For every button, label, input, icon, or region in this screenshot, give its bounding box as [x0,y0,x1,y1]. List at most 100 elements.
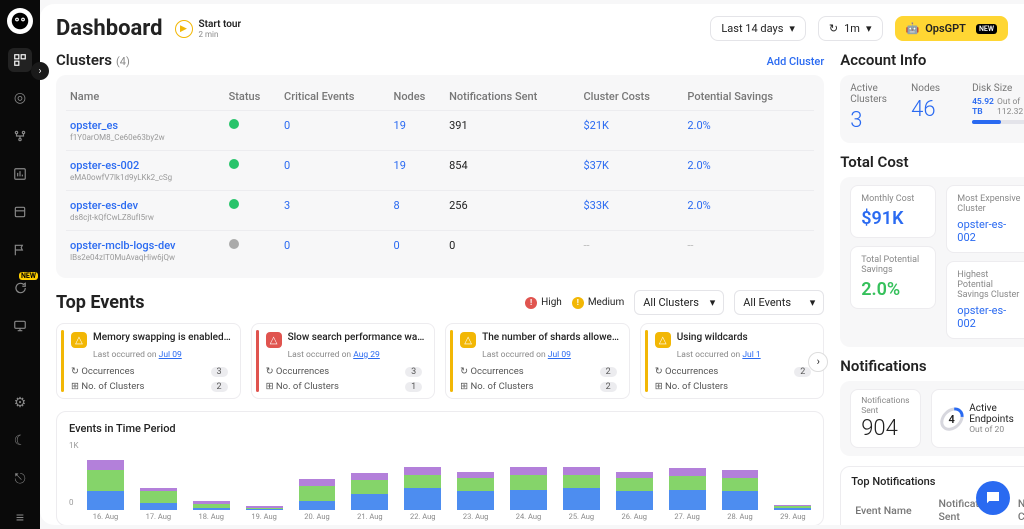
x-tick: 26. Aug [621,512,646,521]
cluster-link[interactable]: opster-es-dev [70,199,221,212]
interval-select[interactable]: ↻1m▾ [818,16,883,41]
nodes-label: Nodes [911,83,962,94]
x-tick: 25. Aug [569,512,594,521]
cost-heading: Total Cost [840,153,1024,171]
nav-branch-icon[interactable] [8,124,32,148]
cluster-cost[interactable]: $37K [584,159,609,172]
potential-savings[interactable]: 2.0% [687,119,710,132]
event-title: Using wildcards [677,332,748,343]
cluster-id: eMA0owfV7lk1d9yLKk2_cSg [70,173,221,182]
start-tour-button[interactable]: ▶ Start tour 2 min [175,19,242,39]
settings-icon[interactable]: ⚙ [8,391,32,415]
event-card[interactable]: △Slow search performance was det… Last o… [251,323,436,399]
logout-icon[interactable]: ⎋ [8,467,32,491]
new-badge: NEW [976,24,997,34]
x-tick: 16. Aug [93,512,118,521]
clusters-count: (4) [116,55,130,68]
top-events-heading: Top Events [56,292,144,313]
menu-icon[interactable]: ≡ [8,505,32,529]
nav-box-icon[interactable] [8,200,32,224]
potential-savings[interactable]: 2.0% [687,159,710,172]
x-tick: 24. Aug [516,512,541,521]
event-card[interactable]: △Memory swapping is enabled and t… Last … [56,323,241,399]
monthly-cost-label: Monthly Cost [861,194,925,204]
chevron-down-icon: ▾ [789,22,795,35]
crit-events[interactable]: 0 [284,119,290,132]
severity-icon: △ [266,332,282,348]
x-tick: 22. Aug [410,512,435,521]
chevron-down-icon: ▾ [810,296,816,309]
sev-high-toggle[interactable]: !High [525,297,562,309]
notif-sent: 854 [445,151,579,191]
potential-savings[interactable]: 2.0% [687,199,710,212]
col-header: Critical Events [280,83,389,111]
events-chart: 1K 0 16. Aug17. Aug18. Aug19. Aug20. Aug… [69,441,811,521]
notif-sent: 256 [445,191,579,231]
nodes-count[interactable]: 0 [394,239,400,252]
nodes-count[interactable]: 19 [394,159,406,172]
nav-chat-icon[interactable]: NEW [8,276,32,300]
occ-label: ↻ Occurrences [655,366,719,377]
clu-value: 1 [405,382,422,392]
table-row: opster-es-devds8cjt-kQfCwLZ8ufI5rw 3 8 2… [66,191,814,231]
most-expensive-link[interactable]: opster-es-002 [957,218,1021,244]
table-row: opster-mclb-logs-devIBs2e04zIT0MuAvaqHiw… [66,231,814,271]
col-header: Nodes [390,83,446,111]
cluster-link[interactable]: opster_es [70,119,221,132]
table-row: opster-es-002eMA0owfV7lk1d9yLKk2_cSg 0 1… [66,151,814,191]
cluster-cost[interactable]: $33K [584,199,609,212]
rail-expand-icon[interactable]: › [31,62,49,80]
sent-value: 904 [861,416,909,441]
event-card[interactable]: △Using wildcards Last occurred on Jul 1 … [640,323,825,399]
event-card[interactable]: △The number of shards allowed per … Last… [445,323,630,399]
events-scroll-right[interactable]: › [808,352,828,372]
crit-events[interactable]: 0 [284,239,290,252]
nav-display-icon[interactable] [8,314,32,338]
event-title: Slow search performance was det… [288,332,427,343]
cluster-link[interactable]: opster-mclb-logs-dev [70,239,221,252]
cluster-link[interactable]: opster-es-002 [70,159,221,172]
events-cluster-select[interactable]: All Clusters▾ [634,290,724,315]
opsgpt-button[interactable]: 🤖OpsGPTNEW [895,16,1009,41]
theme-moon-icon[interactable]: ☾ [8,429,32,453]
nav-dashboard[interactable] [8,48,32,72]
nodes-count[interactable]: 8 [394,199,400,212]
notif-sent: 0 [445,231,579,271]
cluster-id: f1Y0arOM8_Ce60e63by2w [70,133,221,142]
potential-savings: -- [687,239,693,252]
event-date-link[interactable]: Jul 1 [742,350,760,360]
chat-fab[interactable] [976,481,1010,515]
status-dot [229,159,239,169]
status-dot [229,199,239,209]
disk-value: 45.92 TB [972,97,997,117]
highest-savings-link[interactable]: opster-es-002 [957,304,1021,330]
sev-med-toggle[interactable]: !Medium [572,297,624,309]
event-date-link[interactable]: Jul 09 [548,350,571,360]
crit-events[interactable]: 3 [284,199,290,212]
nodes-count[interactable]: 19 [394,119,406,132]
status-dot [229,119,239,129]
nav-target-icon[interactable]: ◎ [8,86,32,110]
cluster-cost[interactable]: $21K [584,119,609,132]
endpoints-card: 4Active EndpointsOut of 20 [931,389,1024,448]
bot-icon: 🤖 [906,22,920,35]
add-cluster-link[interactable]: Add Cluster [767,55,825,68]
active-clusters-label: Active Clusters [850,83,901,105]
endpoints-sub: Out of 20 [969,425,1020,435]
events-type-select[interactable]: All Events▾ [734,290,824,315]
x-tick: 23. Aug [463,512,488,521]
occ-value: 3 [211,367,228,377]
date-range-select[interactable]: Last 14 days▾ [710,16,806,41]
nav-flag-icon[interactable] [8,238,32,262]
nav-chart-icon[interactable] [8,162,32,186]
y-axis-top: 1K [69,441,79,450]
occ-value: 3 [405,367,422,377]
event-date-link[interactable]: Aug 29 [353,350,380,360]
event-last: Last occurred on Jul 1 [677,350,816,360]
brand-logo [7,8,33,34]
table-row: opster_esf1Y0arOM8_Ce60e63by2w 0 19 391 … [66,111,814,151]
x-tick: 18. Aug [198,512,223,521]
event-date-link[interactable]: Jul 09 [159,350,182,360]
crit-events[interactable]: 0 [284,159,290,172]
occ-label: ↻ Occurrences [71,366,135,377]
